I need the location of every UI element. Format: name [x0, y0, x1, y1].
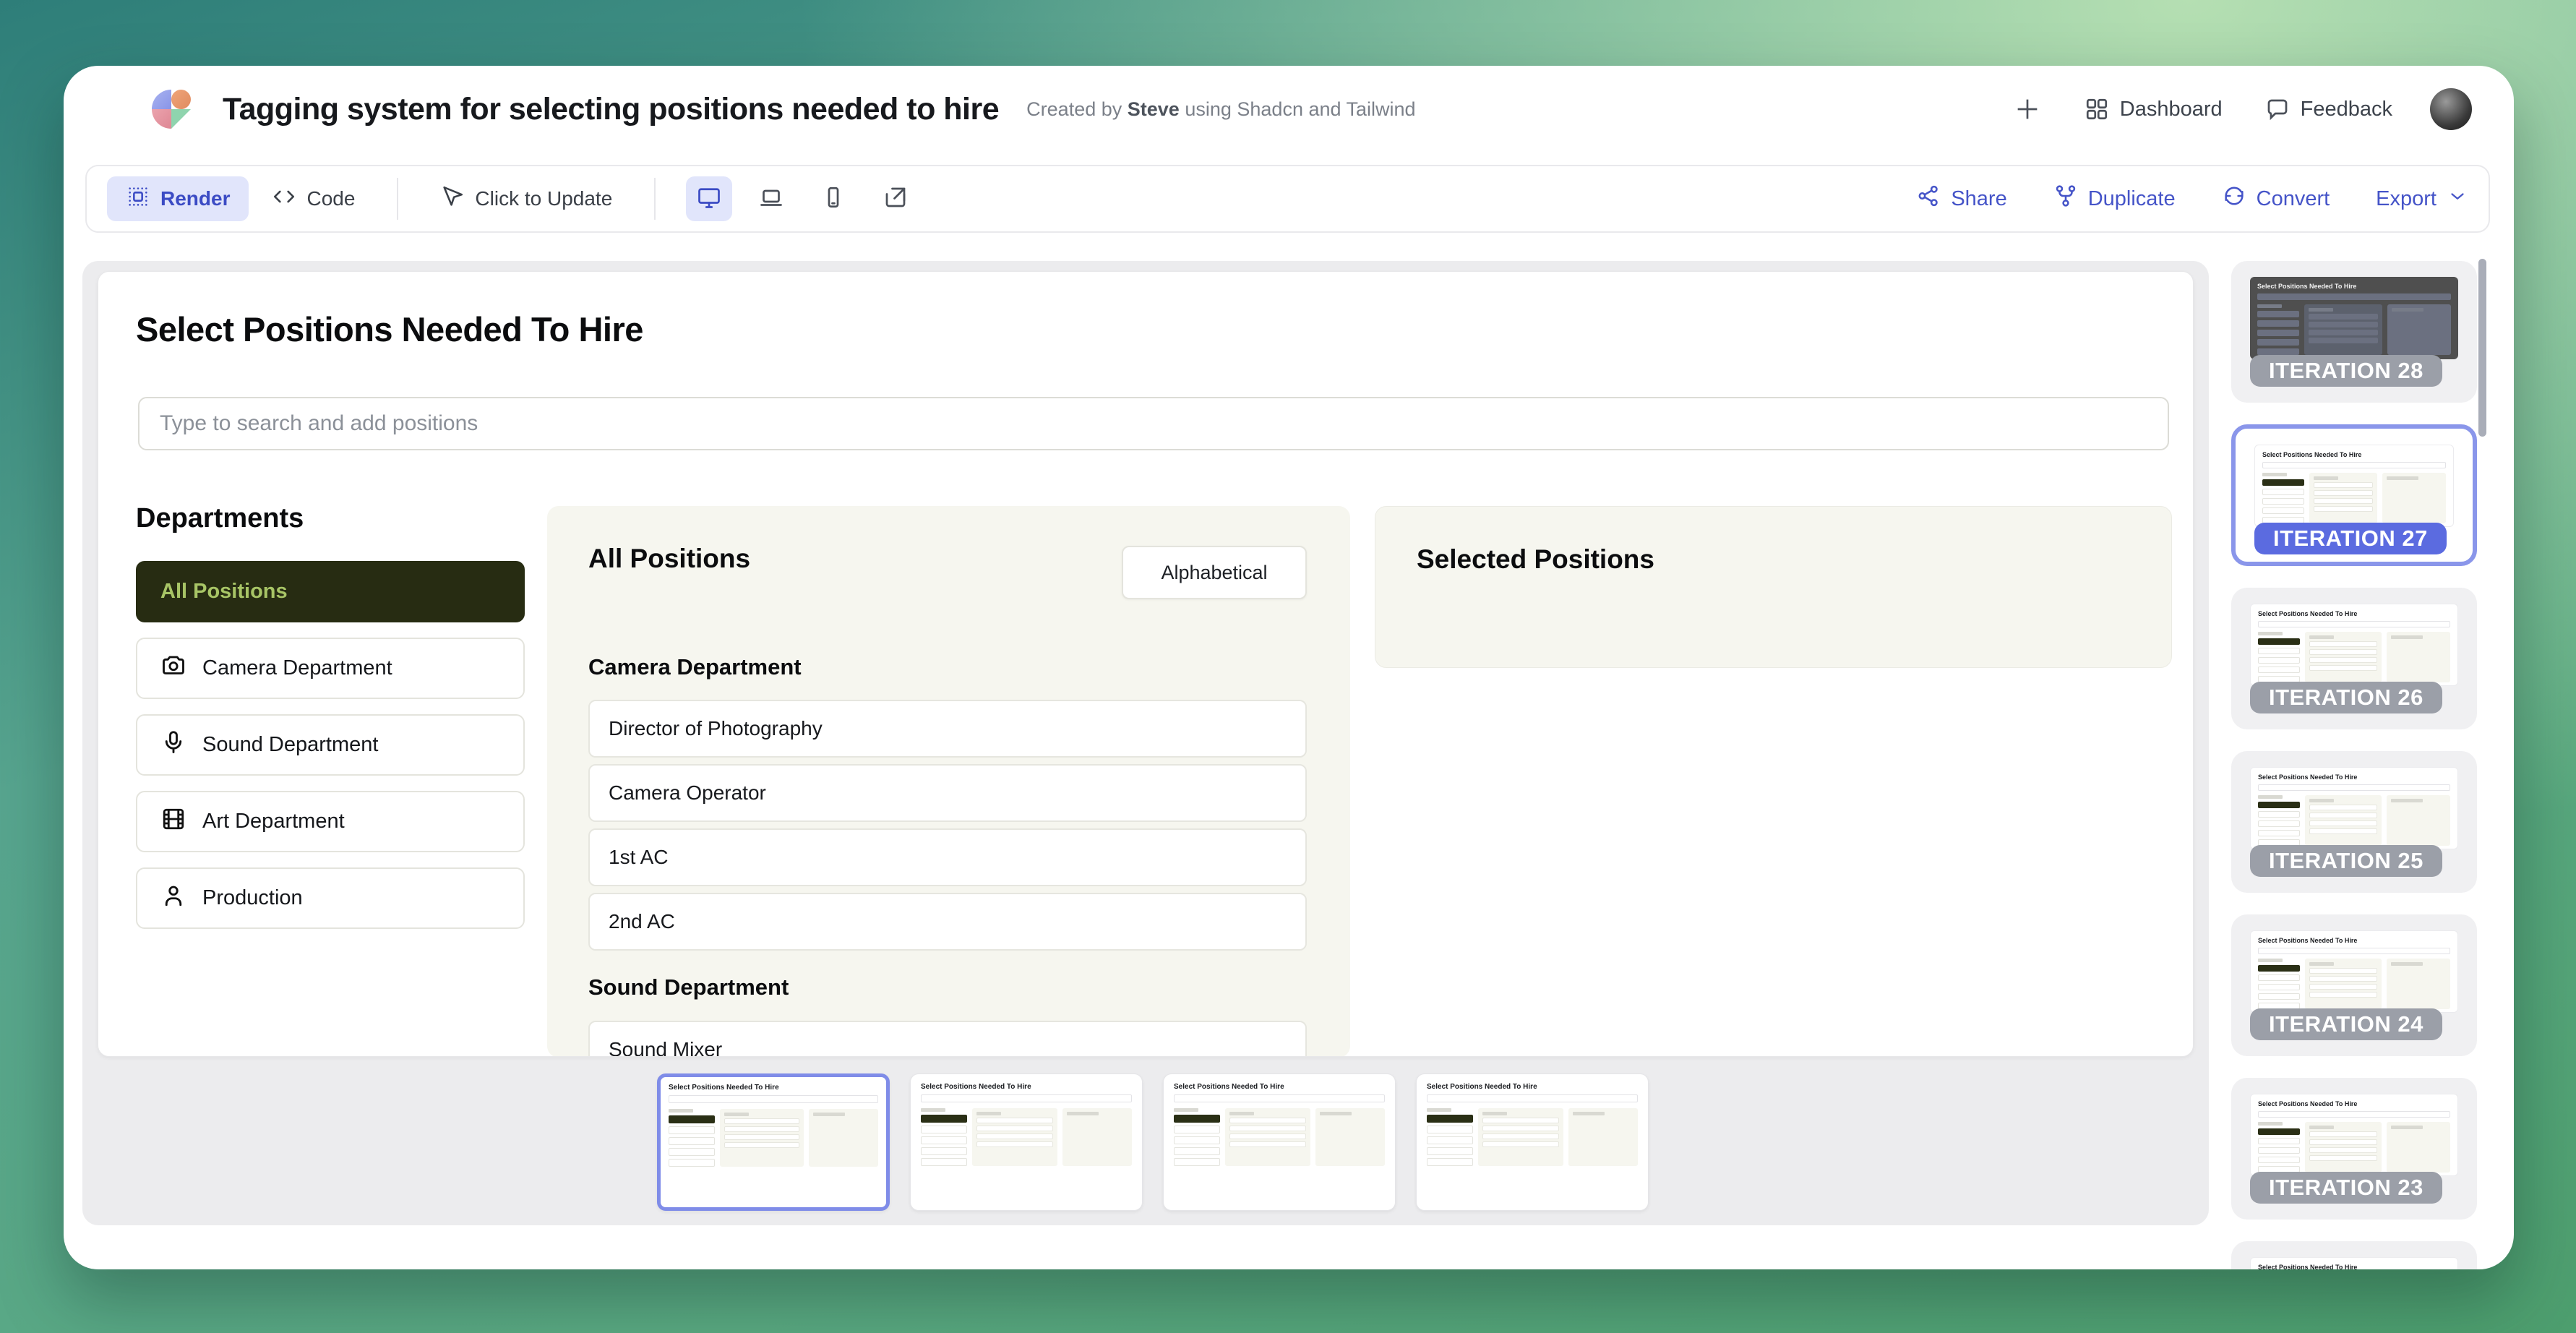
new-project-button[interactable]	[2013, 95, 2042, 124]
microphone-icon	[160, 729, 186, 761]
open-in-new-window-button[interactable]	[872, 176, 919, 221]
all-positions-panel: All Positions Alphabetical Camera Depart…	[547, 506, 1350, 1057]
user-avatar[interactable]	[2430, 88, 2472, 130]
iteration-card-25[interactable]: Select Positions Needed To Hire ITERATIO…	[2231, 751, 2477, 893]
render-icon	[126, 184, 150, 214]
app-window: Tagging system for selecting positions n…	[64, 66, 2514, 1269]
preview-canvas: Select Positions Needed To Hire Departme…	[82, 261, 2209, 1225]
created-by-text: Created by Steve using Shadcn and Tailwi…	[1026, 98, 1415, 121]
plus-icon	[2013, 95, 2042, 124]
camera-icon	[160, 653, 186, 685]
toolbar: Render Code Click to Update	[85, 165, 2490, 233]
all-positions-heading: All Positions	[588, 544, 750, 574]
film-icon	[160, 806, 186, 838]
duplicate-button[interactable]: Duplicate	[2053, 184, 2176, 214]
rendered-app: Select Positions Needed To Hire Departme…	[98, 271, 2194, 1057]
feedback-button[interactable]: Feedback	[2264, 96, 2392, 122]
group-camera-heading: Camera Department	[588, 654, 802, 680]
iteration-card-23[interactable]: Select Positions Needed To Hire ITERATIO…	[2231, 1078, 2477, 1220]
version-thumbnails: Select Positions Needed To Hire Select P…	[657, 1073, 1649, 1211]
dept-sound[interactable]: Sound Department	[136, 714, 525, 776]
version-thumbnail-3[interactable]: Select Positions Needed To Hire	[1163, 1073, 1396, 1211]
iteration-card-partial[interactable]: Select Positions Needed To Hire	[2231, 1241, 2477, 1269]
feedback-label: Feedback	[2301, 98, 2392, 121]
convert-icon	[2222, 184, 2246, 214]
share-button[interactable]: Share	[1916, 184, 2006, 214]
iteration-badge: ITERATION 24	[2250, 1008, 2442, 1040]
chevron-down-icon	[2447, 185, 2468, 213]
chat-bubble-icon	[2264, 96, 2291, 122]
laptop-view-button[interactable]	[748, 176, 794, 221]
author-name: Steve	[1128, 98, 1180, 120]
iteration-card-26[interactable]: Select Positions Needed To Hire ITERATIO…	[2231, 588, 2477, 729]
export-button[interactable]: Export	[2376, 185, 2468, 213]
person-icon	[160, 883, 186, 914]
version-thumbnail-1[interactable]: Select Positions Needed To Hire	[657, 1073, 890, 1211]
position-row[interactable]: 2nd AC	[588, 893, 1307, 951]
cursor-icon	[440, 184, 465, 214]
departments-heading: Departments	[136, 503, 304, 534]
position-row[interactable]: Camera Operator	[588, 764, 1307, 822]
desktop-icon	[696, 184, 722, 214]
group-sound-heading: Sound Department	[588, 974, 789, 1000]
dashboard-label: Dashboard	[2120, 98, 2223, 121]
position-row[interactable]: Director of Photography	[588, 700, 1307, 758]
code-icon	[272, 184, 296, 214]
version-thumbnail-2[interactable]: Select Positions Needed To Hire	[910, 1073, 1143, 1211]
departments-list: All Positions Camera Department Sound De…	[136, 561, 525, 929]
iteration-card-28[interactable]: Select Positions Needed To Hire ITERATIO…	[2231, 261, 2477, 403]
grid-icon	[2084, 96, 2110, 122]
dashboard-button[interactable]: Dashboard	[2084, 96, 2223, 122]
search-input[interactable]	[138, 397, 2169, 450]
share-icon	[1916, 184, 1941, 214]
selected-positions-heading: Selected Positions	[1417, 544, 1654, 575]
iteration-badge: ITERATION 26	[2250, 682, 2442, 713]
dept-production[interactable]: Production	[136, 867, 525, 929]
iteration-card-27[interactable]: Select Positions Needed To Hire ITERATIO…	[2231, 424, 2477, 566]
fork-icon	[2053, 184, 2078, 214]
popout-icon	[883, 184, 909, 214]
iteration-badge: ITERATION 25	[2250, 845, 2442, 877]
mobile-view-button[interactable]	[810, 176, 856, 221]
code-tab[interactable]: Code	[256, 176, 371, 221]
iteration-badge: ITERATION 28	[2250, 355, 2442, 387]
app-heading: Select Positions Needed To Hire	[136, 309, 643, 349]
laptop-icon	[758, 184, 784, 214]
mobile-icon	[820, 184, 846, 214]
alphabetical-sort-button[interactable]: Alphabetical	[1122, 546, 1307, 599]
dept-art[interactable]: Art Department	[136, 791, 525, 852]
version-thumbnail-4[interactable]: Select Positions Needed To Hire	[1416, 1073, 1649, 1211]
header: Tagging system for selecting positions n…	[64, 66, 2514, 153]
click-to-update-button[interactable]: Click to Update	[424, 176, 628, 221]
dept-camera[interactable]: Camera Department	[136, 638, 525, 699]
position-row[interactable]: Sound Mixer	[588, 1021, 1307, 1057]
sidebar-scrollbar[interactable]	[2478, 259, 2486, 437]
iteration-badge: ITERATION 23	[2250, 1172, 2442, 1204]
render-tab[interactable]: Render	[107, 176, 249, 221]
iteration-badge: ITERATION 27	[2254, 523, 2447, 554]
selected-positions-panel: Selected Positions	[1375, 506, 2172, 668]
app-logo-icon[interactable]	[152, 90, 191, 129]
page-title: Tagging system for selecting positions n…	[223, 92, 999, 127]
position-row[interactable]: 1st AC	[588, 828, 1307, 886]
convert-button[interactable]: Convert	[2222, 184, 2330, 214]
dept-all-positions[interactable]: All Positions	[136, 561, 525, 622]
iteration-card-24[interactable]: Select Positions Needed To Hire ITERATIO…	[2231, 914, 2477, 1056]
desktop-view-button[interactable]	[686, 176, 732, 221]
